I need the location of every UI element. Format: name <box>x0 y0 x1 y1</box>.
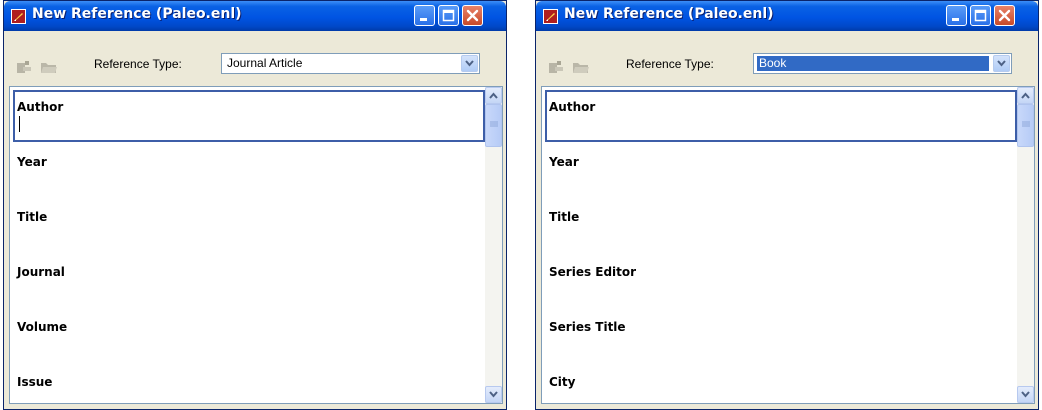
field-label: Author <box>549 100 596 114</box>
reference-type-select[interactable]: Book <box>753 53 1012 74</box>
scroll-down-button[interactable] <box>1017 386 1034 403</box>
title-bar[interactable]: New Reference (Paleo.enl) <box>4 1 506 31</box>
vertical-scrollbar[interactable] <box>485 87 502 403</box>
scroll-down-icon <box>1021 391 1030 398</box>
field-year[interactable]: Year <box>545 145 1017 197</box>
reference-type-value: Journal Article <box>227 56 303 70</box>
field-label: Title <box>17 210 48 224</box>
window-title: New Reference (Paleo.enl) <box>564 6 774 22</box>
scroll-down-button[interactable] <box>485 386 502 403</box>
text-cursor <box>19 116 20 132</box>
field-label: Series Title <box>549 320 626 334</box>
open-folder-icon[interactable] <box>40 59 58 75</box>
open-folder-icon[interactable] <box>572 59 590 75</box>
endnote-app-icon <box>11 9 26 24</box>
endnote-app-icon <box>543 9 558 24</box>
field-journal[interactable]: Journal <box>13 255 485 307</box>
field-label: Issue <box>17 375 53 389</box>
reference-type-dropdown-button[interactable] <box>993 55 1010 72</box>
new-reference-window: New Reference (Paleo.enl) Reference Type… <box>535 0 1039 410</box>
field-author[interactable]: Author <box>545 90 1017 142</box>
grip-icon <box>1022 121 1030 127</box>
reference-type-select[interactable]: Journal Article <box>221 53 480 74</box>
vertical-scrollbar[interactable] <box>1017 87 1034 403</box>
close-icon <box>466 9 479 22</box>
field-city[interactable]: City <box>545 365 1017 403</box>
reference-type-dropdown-button[interactable] <box>461 55 478 72</box>
close-button[interactable] <box>462 5 483 26</box>
toolbar: Reference Type: Book <box>536 31 1038 86</box>
scroll-up-button[interactable] <box>485 87 502 104</box>
field-label: Year <box>17 155 47 169</box>
reference-fields-panel: Author Year Title Journal Volume Issue <box>9 86 503 404</box>
field-series-editor[interactable]: Series Editor <box>545 255 1017 307</box>
minimize-button[interactable] <box>946 5 967 26</box>
reference-fields-panel: Author Year Title Series Editor Series T… <box>541 86 1035 404</box>
window-title: New Reference (Paleo.enl) <box>32 6 242 22</box>
chevron-down-icon <box>997 60 1006 67</box>
scroll-up-button[interactable] <box>1017 87 1034 104</box>
field-label: Series Editor <box>549 265 637 279</box>
maximize-icon <box>974 9 987 22</box>
field-series-title[interactable]: Series Title <box>545 310 1017 362</box>
reference-type-value: Book <box>756 55 990 72</box>
scroll-up-icon <box>489 92 498 99</box>
chevron-down-icon <box>465 60 474 67</box>
reference-type-label: Reference Type: <box>626 57 714 71</box>
prev-reference-icon[interactable] <box>15 59 33 75</box>
field-author[interactable]: Author <box>13 90 485 142</box>
field-title[interactable]: Title <box>13 200 485 252</box>
title-bar[interactable]: New Reference (Paleo.enl) <box>536 1 1038 31</box>
minimize-icon <box>420 18 427 21</box>
toolbar: Reference Type: Journal Article <box>4 31 506 86</box>
prev-reference-icon[interactable] <box>547 59 565 75</box>
minimize-icon <box>952 18 959 21</box>
field-label: Title <box>549 210 580 224</box>
field-label: City <box>549 375 576 389</box>
reference-type-label: Reference Type: <box>94 57 182 71</box>
scrollbar-thumb[interactable] <box>1017 104 1034 147</box>
scroll-up-icon <box>1021 92 1030 99</box>
scrollbar-thumb[interactable] <box>485 104 502 147</box>
maximize-icon <box>442 9 455 22</box>
scroll-down-icon <box>489 391 498 398</box>
maximize-button[interactable] <box>438 5 459 26</box>
field-label: Journal <box>17 265 65 279</box>
close-icon <box>998 9 1011 22</box>
field-issue[interactable]: Issue <box>13 365 485 403</box>
grip-icon <box>490 121 498 127</box>
field-year[interactable]: Year <box>13 145 485 197</box>
minimize-button[interactable] <box>414 5 435 26</box>
field-volume[interactable]: Volume <box>13 310 485 362</box>
close-button[interactable] <box>994 5 1015 26</box>
field-label: Author <box>17 100 64 114</box>
new-reference-window: New Reference (Paleo.enl) Reference Type… <box>3 0 507 410</box>
field-label: Year <box>549 155 579 169</box>
maximize-button[interactable] <box>970 5 991 26</box>
field-title[interactable]: Title <box>545 200 1017 252</box>
field-label: Volume <box>17 320 68 334</box>
